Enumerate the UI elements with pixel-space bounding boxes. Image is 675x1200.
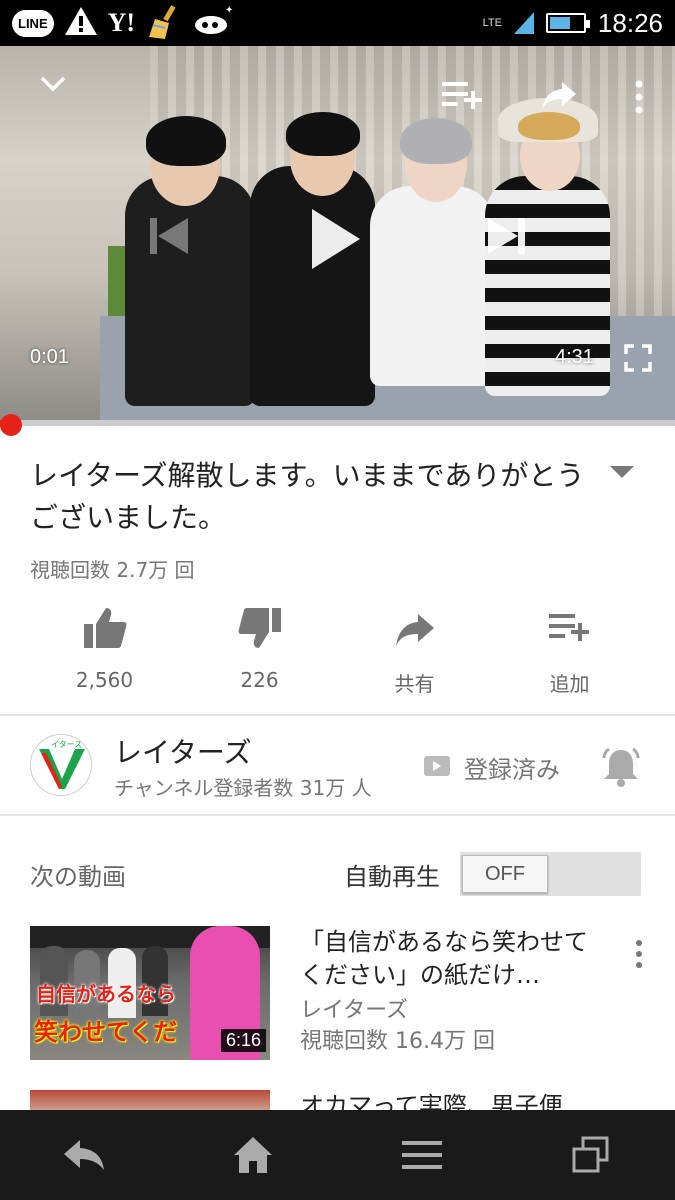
home-icon[interactable] <box>213 1125 293 1185</box>
add-label: 追加 <box>549 672 590 696</box>
avatar-text: イターズ <box>51 739 82 749</box>
broom-icon <box>145 3 181 43</box>
recent-apps-icon[interactable] <box>551 1125 631 1185</box>
video-duration: 4:31 <box>555 346 594 368</box>
video-player[interactable]: 0:01 4:31 <box>0 46 675 426</box>
dislike-button[interactable]: 226 <box>182 600 337 710</box>
share-button[interactable]: 共有 <box>337 600 492 710</box>
divider <box>0 714 675 716</box>
thumbs-up-icon <box>27 606 182 666</box>
add-to-playlist-icon[interactable] <box>442 80 484 114</box>
clock: 18:26 <box>597 7 663 38</box>
system-nav-bar <box>0 1110 675 1200</box>
yahoo-icon: Y! <box>107 8 136 37</box>
subscriber-count: チャンネル登録者数 31万 人 <box>114 776 372 800</box>
up-next-video-title[interactable]: オカマって実際、男子便 <box>300 1090 600 1112</box>
thumbnail-caption: 自信があるなら <box>36 982 176 1006</box>
battery-icon <box>545 13 590 33</box>
up-next-views: 視聴回数 16.4万 回 <box>300 1029 495 1054</box>
channel-name[interactable]: レイターズ <box>114 731 251 771</box>
autoplay-label: 自動再生 <box>344 863 440 891</box>
share-icon[interactable] <box>540 80 578 114</box>
screen: LINE Y! ✦ LTE 18:26 0:01 4:31 レイターズ解散します… <box>0 0 675 1200</box>
spaceship-icon: ✦ <box>191 3 235 43</box>
dislike-count: 226 <box>240 668 279 692</box>
play-icon[interactable] <box>312 209 360 269</box>
youtube-play-icon <box>424 756 450 776</box>
like-count: 2,560 <box>75 668 134 692</box>
avatar[interactable]: イターズ <box>30 734 92 796</box>
network-type: LTE <box>482 17 502 29</box>
add-to-button[interactable]: 追加 <box>492 600 647 710</box>
line-icon: LINE <box>12 9 54 37</box>
autoplay-toggle[interactable]: OFF <box>460 852 641 896</box>
svg-text:✦: ✦ <box>225 5 233 16</box>
current-time: 0:01 <box>30 346 69 368</box>
bell-icon[interactable] <box>600 746 642 792</box>
thumbnail-duration: 6:16 <box>220 1029 266 1052</box>
action-row: 2,560 226 共有 追加 <box>0 600 675 710</box>
divider <box>0 814 675 816</box>
share-icon <box>337 606 492 666</box>
thumbs-down-icon <box>182 606 337 666</box>
up-next-video-title[interactable]: 「自信があるなら笑わせてください」の紙だけ… <box>300 926 600 992</box>
signal-icon <box>513 12 534 34</box>
expand-description-icon[interactable] <box>610 466 634 478</box>
more-vert-icon[interactable] <box>634 80 644 118</box>
back-icon[interactable] <box>44 1125 124 1185</box>
more-vert-icon[interactable] <box>636 940 642 973</box>
status-bar: LINE Y! ✦ LTE 18:26 <box>0 0 675 46</box>
fullscreen-icon[interactable] <box>624 344 652 376</box>
thumbnail-caption: 笑わせてくだ <box>34 1018 178 1046</box>
chevron-down-icon[interactable] <box>38 74 68 98</box>
subscribe-button[interactable]: 登録済み <box>464 750 560 785</box>
progress-bar[interactable] <box>0 420 675 426</box>
share-label: 共有 <box>394 672 435 696</box>
add-to-playlist-icon <box>492 606 647 666</box>
video-title: レイターズ解散します。いままでありがとうございました。 <box>30 459 585 534</box>
video-thumbnail[interactable]: 自信があるなら 笑わせてくだ 6:16 <box>30 926 270 1060</box>
up-next-channel: レイターズ <box>300 998 409 1023</box>
scrubber-handle[interactable] <box>0 414 22 436</box>
up-next-heading: 次の動画 <box>30 863 126 891</box>
menu-icon[interactable] <box>382 1125 462 1185</box>
view-count: 視聴回数 2.7万 回 <box>30 558 195 582</box>
warning-icon <box>64 6 98 40</box>
autoplay-state: OFF <box>462 855 548 893</box>
like-button[interactable]: 2,560 <box>27 600 182 710</box>
